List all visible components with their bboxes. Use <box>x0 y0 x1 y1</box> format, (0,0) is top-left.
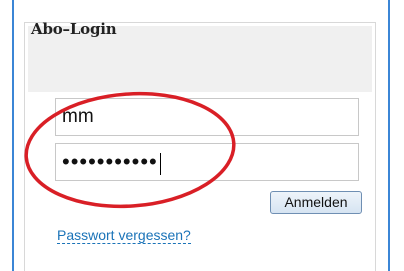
password-value: ••••••••••• <box>62 149 158 174</box>
login-title: Abo–Login <box>31 20 117 38</box>
username-input[interactable]: mm <box>55 98 359 136</box>
username-value: mm <box>62 106 94 127</box>
text-cursor <box>159 152 161 175</box>
login-button[interactable]: Anmelden <box>270 191 362 214</box>
forgot-password-link[interactable]: Passwort vergessen? <box>57 227 191 244</box>
password-input[interactable]: ••••••••••• <box>55 143 359 181</box>
